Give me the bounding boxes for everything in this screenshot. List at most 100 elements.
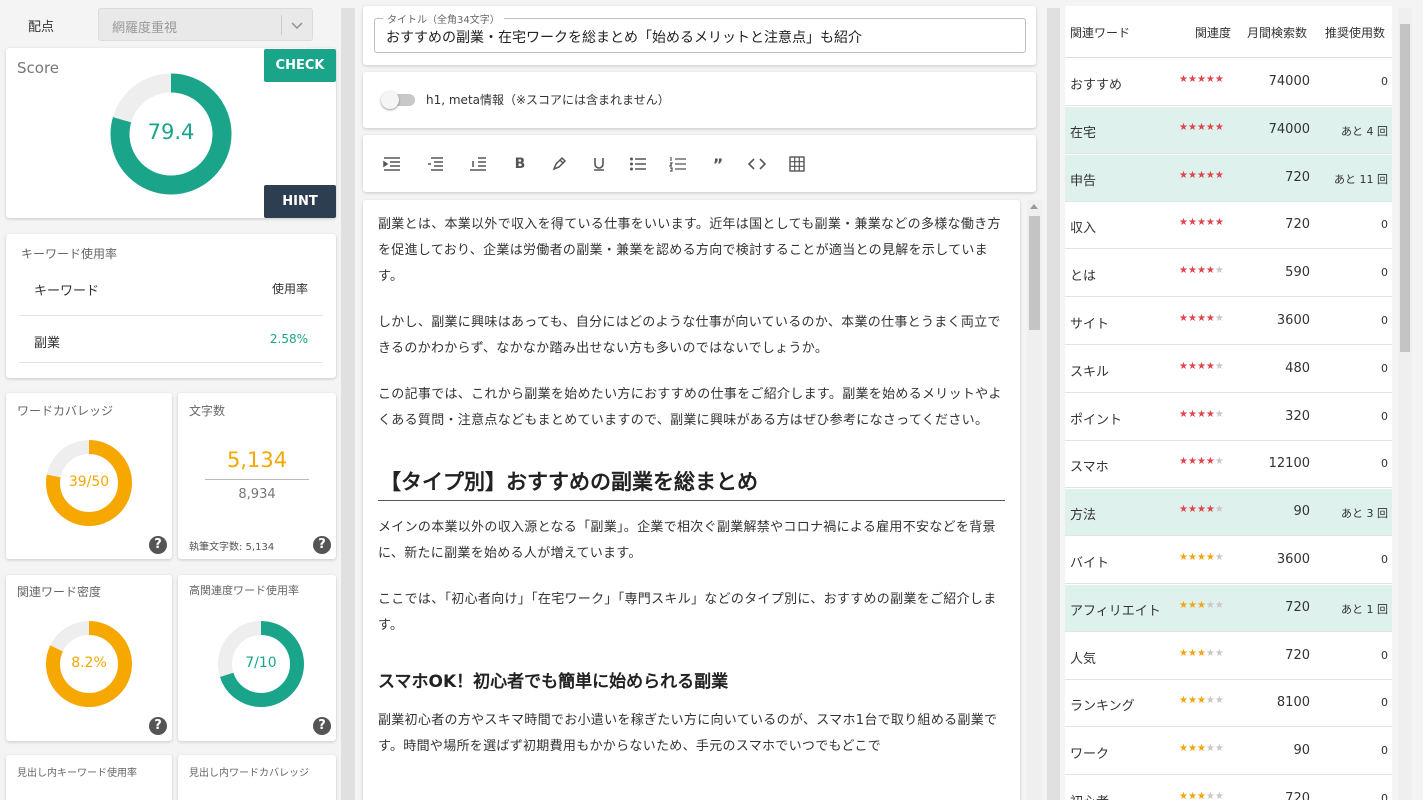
star-icon: ★ <box>1196 695 1206 707</box>
keyword-recommended: 0 <box>1381 361 1388 375</box>
check-button[interactable]: CHECK <box>264 49 336 82</box>
hint-button[interactable]: HINT <box>264 185 336 218</box>
indent-increase-icon[interactable] <box>467 154 489 174</box>
star-icon: ★ <box>1214 74 1224 85</box>
highlighter-icon[interactable] <box>548 154 570 174</box>
numbered-list-icon[interactable] <box>667 154 689 174</box>
star-icon: ★ <box>1214 121 1224 133</box>
keyword-row[interactable]: 人気 ★★★★★ 720 0 <box>1065 633 1392 680</box>
help-icon[interactable]: ? <box>149 717 167 735</box>
editor-h2: 【タイプ別】おすすめの副業を総まとめ <box>378 466 1005 501</box>
indent-decrease-icon[interactable] <box>381 154 403 174</box>
star-icon: ★ <box>1214 599 1224 611</box>
keyword-row[interactable]: サイト ★★★★★ 3600 0 <box>1065 298 1392 345</box>
editor-h3: スマホOK！初心者でも簡単に始められる副業 <box>378 672 729 692</box>
relevance-stars: ★★★★★ <box>1179 409 1224 420</box>
star-icon: ★ <box>1179 456 1188 468</box>
star-icon: ★ <box>1214 504 1224 516</box>
keyword-row[interactable]: ポイント ★★★★★ 320 0 <box>1065 394 1392 441</box>
help-icon[interactable]: ? <box>313 717 331 735</box>
relevance-stars: ★★★★★ <box>1179 600 1224 611</box>
editor-paragraph: この記事では、これから副業を始めたい方におすすめの仕事をご紹介します。副業を始め… <box>378 387 1002 428</box>
char-count-note: 執筆文字数: 5,134 <box>189 542 275 553</box>
star-icon: ★ <box>1214 360 1224 372</box>
help-icon[interactable]: ? <box>313 536 331 554</box>
star-icon: ★ <box>1196 647 1206 659</box>
star-icon: ★ <box>1214 169 1224 181</box>
keyword-volume: 480 <box>1285 360 1310 376</box>
star-icon: ★ <box>1196 552 1206 563</box>
density-title: 関連ワード密度 <box>17 585 102 599</box>
score-mode-label: 配点 <box>28 20 55 35</box>
keyword-volume: 720 <box>1285 217 1310 233</box>
char-count-title: 文字数 <box>189 404 226 418</box>
star-icon: ★ <box>1187 121 1197 133</box>
scroll-up-icon[interactable] <box>1030 204 1038 209</box>
keyword-row[interactable]: 初心者★★★★★7200 <box>1065 776 1392 800</box>
star-icon: ★ <box>1205 313 1215 324</box>
star-icon: ★ <box>1214 743 1224 755</box>
keyword-volume: 720 <box>1285 169 1310 185</box>
keyword-row[interactable]: 方法 ★★★★★ 90 あと 3 回 <box>1065 489 1392 537</box>
relevance-stars: ★★★★★ <box>1179 552 1224 563</box>
star-icon: ★ <box>1205 456 1215 468</box>
center-scrollbar[interactable] <box>1047 8 1060 800</box>
star-icon: ★ <box>1205 217 1215 229</box>
keyword-volume: 3600 <box>1276 313 1310 328</box>
keyword-volume: 74000 <box>1268 121 1310 137</box>
keyword-row[interactable]: 申告 ★★★★★ 720 あと 11 回 <box>1065 154 1392 202</box>
quote-icon[interactable]: ” <box>707 154 729 174</box>
code-icon[interactable] <box>746 154 768 174</box>
keyword-row[interactable]: 収入 ★★★★★ 720 0 <box>1065 202 1392 250</box>
star-icon: ★ <box>1179 695 1188 707</box>
keyword-word: ワーク <box>1070 747 1110 763</box>
high-relevance-card: 高関連度ワード使用率 7/10 ? <box>178 575 336 741</box>
keyword-row[interactable]: ワーク ★★★★★ 90 0 <box>1065 728 1392 776</box>
keyword-volume: 90 <box>1293 504 1310 520</box>
keyword-row[interactable]: バイト ★★★★★ 3600 0 <box>1065 537 1392 584</box>
score-mode-select[interactable]: 網羅度重視 <box>98 8 313 41</box>
title-label: タイトル（全角34文字） <box>383 11 504 26</box>
keyword-usage-keyword: 副業 <box>34 336 61 351</box>
star-icon: ★ <box>1196 599 1206 611</box>
star-icon: ★ <box>1196 265 1206 277</box>
star-icon: ★ <box>1179 408 1188 420</box>
keyword-row[interactable]: スマホ ★★★★★ 12100 0 <box>1065 441 1392 489</box>
meta-toggle-label: h1, meta情報（※スコアには含まれません） <box>426 93 670 107</box>
bold-icon[interactable]: B <box>509 154 531 174</box>
star-icon: ★ <box>1214 313 1224 324</box>
help-icon[interactable]: ? <box>149 536 167 554</box>
star-icon: ★ <box>1179 217 1188 229</box>
underline-icon[interactable] <box>588 154 610 174</box>
coverage-title: ワードカバレッジ <box>17 404 114 418</box>
left-scrollbar[interactable] <box>341 8 355 800</box>
keyword-row[interactable]: おすすめ ★★★★★ 74000 0 <box>1065 59 1392 106</box>
density-value: 8.2% <box>71 655 107 671</box>
bullet-list-icon[interactable] <box>627 154 649 174</box>
star-icon: ★ <box>1214 456 1224 468</box>
star-icon: ★ <box>1205 695 1215 707</box>
right-scrollbar-thumb[interactable] <box>1400 24 1410 352</box>
keyword-row[interactable]: ランキング ★★★★★ 8100 0 <box>1065 680 1392 728</box>
editor-body[interactable]: 副業とは、本業以外で収入を得ている仕事をいいます。近年は国としても副業・兼業など… <box>363 200 1020 800</box>
star-icon: ★ <box>1205 360 1215 372</box>
keyword-recommended: あと 3 回 <box>1341 507 1388 521</box>
keyword-row[interactable]: とは ★★★★★ 590 0 <box>1065 250 1392 298</box>
keyword-row[interactable]: スキル ★★★★★ 480 0 <box>1065 346 1392 393</box>
table-icon[interactable] <box>786 154 808 174</box>
relevance-stars: ★★★★★ <box>1179 122 1224 133</box>
keyword-recommended: 0 <box>1381 266 1388 280</box>
keyword-volume: 8100 <box>1276 695 1310 711</box>
star-icon: ★ <box>1196 313 1206 324</box>
keyword-row[interactable]: 在宅 ★★★★★ 74000 あと 4 回 <box>1065 106 1392 154</box>
indent-icon[interactable] <box>424 154 446 174</box>
keyword-row[interactable]: アフィリエイト ★★★★★ 720 あと 1 回 <box>1065 584 1392 632</box>
star-icon: ★ <box>1179 791 1188 800</box>
header-relevance: 関連度 <box>1195 26 1232 40</box>
star-icon: ★ <box>1214 647 1224 659</box>
meta-toggle[interactable] <box>381 91 415 109</box>
editor-scrollbar-thumb[interactable] <box>1029 216 1040 330</box>
keyword-volume: 720 <box>1285 647 1310 663</box>
relevance-stars: ★★★★★ <box>1179 313 1224 324</box>
star-icon: ★ <box>1205 121 1215 133</box>
